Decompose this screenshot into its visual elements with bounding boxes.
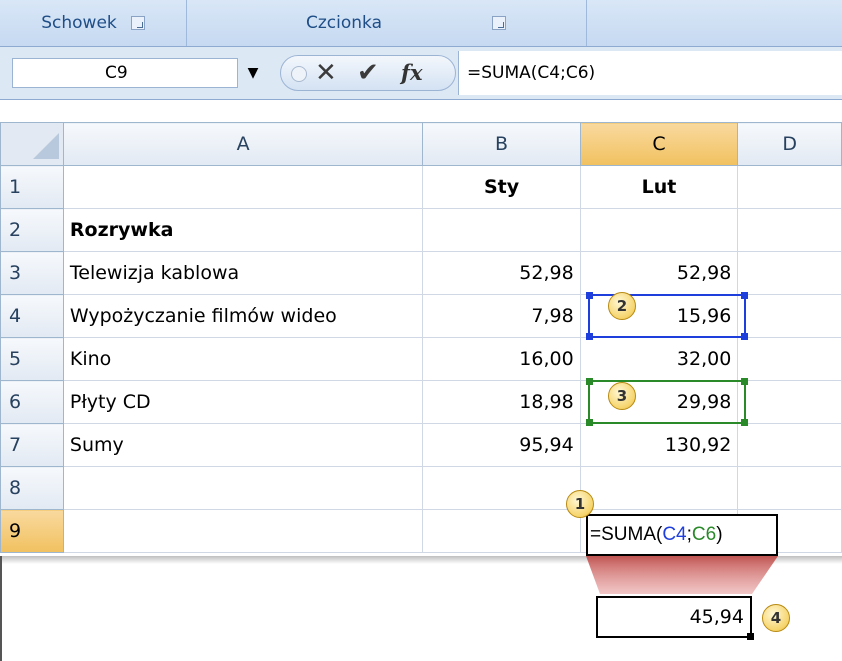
cell[interactable] (737, 165, 842, 209)
insert-function-icon[interactable]: fx (401, 60, 423, 85)
table-row: 3 Telewizja kablowa 52,98 52,98 (0, 251, 842, 295)
row-header[interactable]: 7 (0, 423, 64, 467)
range-handle[interactable] (741, 292, 748, 299)
range-handle[interactable] (586, 419, 593, 426)
column-header-b[interactable]: B (422, 122, 581, 166)
formula-input[interactable]: =SUMA(C4;C6) (458, 51, 842, 95)
row-header[interactable]: 8 (0, 466, 64, 510)
active-cell-editor[interactable]: =SUMA(C4; C6) (586, 514, 778, 556)
row-header[interactable]: 3 (0, 251, 64, 295)
cell[interactable]: 7,98 (422, 294, 581, 338)
row-header[interactable]: 6 (0, 380, 64, 424)
cell[interactable] (62, 509, 424, 553)
formula-bar: C9 ▼ ✕ ✔ fx =SUMA(C4;C6) (0, 46, 842, 100)
range-handle[interactable] (586, 333, 593, 340)
callout-3: 3 (608, 382, 636, 410)
fill-handle[interactable] (747, 633, 754, 640)
cell[interactable]: Sumy (62, 423, 424, 467)
ribbon-group-clipboard-label: Schowek (41, 13, 117, 33)
callout-2: 2 (608, 292, 636, 320)
cell[interactable] (737, 294, 842, 338)
result-cell: 45,94 (596, 596, 752, 638)
range-handle[interactable] (741, 378, 748, 385)
cell[interactable]: 130,92 (579, 423, 739, 467)
row-header[interactable]: 1 (0, 165, 64, 209)
cell[interactable] (579, 208, 739, 252)
cell[interactable]: Płyty CD (62, 380, 424, 424)
name-box[interactable]: C9 (12, 58, 238, 88)
range-handle[interactable] (741, 333, 748, 340)
enter-icon[interactable]: ✔ (357, 58, 379, 88)
table-row: 1 Sty Lut (0, 165, 842, 209)
result-value: 45,94 (689, 606, 744, 628)
cell[interactable]: 18,98 (422, 380, 581, 424)
name-box-dropdown-icon[interactable]: ▼ (238, 58, 268, 88)
left-edge-line (0, 556, 2, 661)
resize-handle-icon[interactable] (291, 66, 307, 82)
cell[interactable] (62, 165, 424, 209)
column-header-a[interactable]: A (62, 122, 424, 166)
cell[interactable]: 16,00 (422, 337, 581, 381)
table-row: 5 Kino 16,00 32,00 (0, 337, 842, 381)
range-handle[interactable] (586, 378, 593, 385)
result-arrow-icon (586, 556, 778, 594)
row-header[interactable]: 9 (0, 509, 64, 553)
formula-text: ) (716, 524, 723, 545)
cell[interactable] (422, 509, 581, 553)
cell[interactable]: 52,98 (422, 251, 581, 295)
formula-ref-c6: C6 (691, 524, 717, 545)
cell[interactable]: Sty (422, 165, 581, 209)
row-header[interactable]: 5 (0, 337, 64, 381)
formula-buttons: ✕ ✔ fx (280, 55, 456, 91)
column-header-c[interactable]: C (579, 122, 739, 166)
ribbon: Schowek Czcionka (0, 0, 842, 46)
table-row: 2 Rozrywka (0, 208, 842, 252)
cell[interactable] (737, 208, 842, 252)
cell[interactable] (422, 466, 581, 510)
select-all-icon (33, 133, 59, 159)
formula-ref-c4: C4 (662, 524, 687, 545)
column-header-d[interactable]: D (737, 122, 842, 166)
cell[interactable] (737, 466, 842, 510)
formula-text: =SUMA( (590, 524, 663, 545)
ribbon-group-font-label: Czcionka (305, 13, 382, 33)
column-header-row: A B C D (0, 122, 842, 166)
cell[interactable] (579, 466, 739, 510)
callout-4: 4 (762, 604, 790, 632)
table-row: 8 (0, 466, 842, 510)
cell[interactable]: Lut (579, 165, 739, 209)
cell[interactable] (737, 380, 842, 424)
cell[interactable]: Rozrywka (62, 208, 424, 252)
callout-1: 1 (566, 490, 594, 518)
cell[interactable]: 52,98 (579, 251, 739, 295)
cell[interactable] (62, 466, 424, 510)
cell[interactable]: Kino (62, 337, 424, 381)
row-header[interactable]: 2 (0, 208, 64, 252)
row-header[interactable]: 4 (0, 294, 64, 338)
dialog-launcher-icon[interactable] (130, 16, 145, 30)
cell[interactable]: 32,00 (579, 337, 739, 381)
cell[interactable] (737, 337, 842, 381)
dialog-launcher-icon[interactable] (492, 16, 506, 30)
cell[interactable] (737, 423, 842, 467)
cell[interactable]: 95,94 (422, 423, 581, 467)
cell[interactable] (737, 251, 842, 295)
select-all-corner[interactable] (0, 122, 64, 166)
table-row: 7 Sumy 95,94 130,92 (0, 423, 842, 467)
cell[interactable] (422, 208, 581, 252)
ribbon-group-font: Czcionka (186, 0, 587, 46)
range-handle[interactable] (586, 292, 593, 299)
cell[interactable]: Wypożyczanie filmów wideo (62, 294, 424, 338)
cancel-icon[interactable]: ✕ (315, 58, 337, 88)
range-handle[interactable] (741, 419, 748, 426)
ribbon-group-clipboard: Schowek (0, 0, 187, 46)
cell[interactable]: Telewizja kablowa (62, 251, 424, 295)
